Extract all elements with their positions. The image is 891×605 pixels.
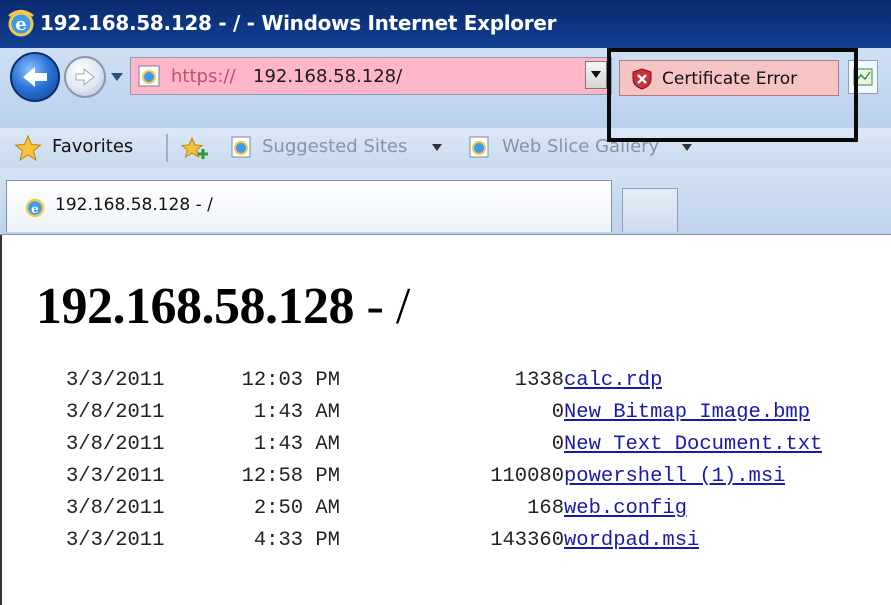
- list-item: 3/3/2011 4:33 PM 143360 wordpad.msi: [66, 529, 891, 561]
- file-size: 0: [551, 401, 564, 424]
- file-link[interactable]: web.config: [564, 497, 687, 520]
- chevron-down-icon[interactable]: [432, 144, 442, 152]
- file-time: 1:43 AM: [253, 401, 340, 424]
- file-date: 3/8/2011: [66, 401, 165, 424]
- file-time: 2:50 AM: [253, 497, 340, 520]
- file-link[interactable]: wordpad.msi: [564, 529, 699, 552]
- internet-explorer-tab-icon: e: [25, 198, 45, 218]
- file-time: 1:43 AM: [253, 433, 340, 456]
- directory-listing: 3/3/2011 12:03 PM 1338 calc.rdp 3/8/2011 1:43…: [66, 369, 891, 561]
- chevron-down-icon: [591, 71, 601, 78]
- list-item: 3/3/2011 12:58 PM 110080 powershell (1).msi: [66, 465, 891, 497]
- svg-text:e: e: [15, 14, 26, 35]
- list-item: 3/3/2011 12:03 PM 1338 calc.rdp: [66, 369, 891, 401]
- svg-text:e: e: [31, 202, 39, 216]
- feed-graph-icon: [853, 68, 873, 86]
- url-host: 192.168.58.128/: [253, 66, 403, 87]
- tab-strip: e 192.168.58.128 - /: [0, 168, 891, 235]
- page-title: 192.168.58.128 - /: [36, 277, 410, 336]
- file-time: 12:03 PM: [241, 369, 340, 392]
- certificate-error-button[interactable]: Certificate Error: [619, 60, 839, 96]
- file-size: 168: [527, 497, 564, 520]
- forward-button[interactable]: [64, 56, 106, 98]
- file-size: 143360: [490, 529, 564, 552]
- address-bar[interactable]: https:// 192.168.58.128/: [130, 57, 612, 95]
- window-title-bar: e 192.168.58.128 - / - Windows Internet …: [0, 0, 891, 48]
- tab-label: 192.168.58.128 - /: [55, 195, 213, 215]
- file-date: 3/3/2011: [66, 369, 165, 392]
- file-size: 110080: [490, 465, 564, 488]
- certificate-error-label: Certificate Error: [662, 69, 798, 89]
- page-title-path: - /: [354, 278, 411, 335]
- window-title: 192.168.58.128 - / - Windows Internet Ex…: [40, 11, 557, 35]
- ie-page-icon: [469, 136, 489, 158]
- page-title-host: 192.168.58.128: [36, 278, 355, 335]
- list-item: 3/8/2011 1:43 AM 0 New Text Document.txt: [66, 433, 891, 465]
- toolbar-separator: [166, 134, 168, 162]
- address-dropdown-button[interactable]: [585, 61, 607, 89]
- file-size: 0: [551, 433, 564, 456]
- back-button[interactable]: [10, 52, 60, 102]
- page-content: 192.168.58.128 - / 3/3/2011 12:03 PM 1338 c…: [0, 235, 891, 605]
- tab-current-page[interactable]: e 192.168.58.128 - /: [6, 180, 612, 232]
- file-date: 3/8/2011: [66, 433, 165, 456]
- page-icon: [138, 65, 160, 87]
- favorites-button[interactable]: Favorites: [52, 136, 133, 157]
- rss-feed-icon[interactable]: [848, 60, 878, 94]
- list-item: 3/8/2011 1:43 AM 0 New Bitmap Image.bmp: [66, 401, 891, 433]
- ie-page-icon: [231, 136, 251, 158]
- file-link[interactable]: calc.rdp: [564, 369, 662, 392]
- file-size: 1338: [514, 369, 564, 392]
- favorites-star-icon[interactable]: [14, 134, 42, 162]
- internet-explorer-logo-icon: e: [8, 9, 34, 37]
- chevron-down-icon[interactable]: [682, 144, 692, 152]
- file-link[interactable]: New Bitmap Image.bmp: [564, 401, 810, 424]
- file-date: 3/8/2011: [66, 497, 165, 520]
- back-arrow-icon: [23, 67, 47, 87]
- add-to-favorites-bar-icon[interactable]: [180, 134, 210, 162]
- new-tab-button[interactable]: [622, 188, 678, 232]
- forward-arrow-icon: [75, 67, 95, 87]
- file-date: 3/3/2011: [66, 529, 165, 552]
- list-item: 3/8/2011 2:50 AM 168 web.config: [66, 497, 891, 529]
- file-link[interactable]: powershell (1).msi: [564, 465, 785, 488]
- web-slice-gallery-link[interactable]: Web Slice Gallery: [502, 136, 659, 157]
- shield-error-icon: [632, 68, 652, 90]
- url-scheme: https://: [171, 66, 236, 87]
- recent-pages-dropdown-icon[interactable]: [110, 72, 124, 82]
- file-time: 4:33 PM: [253, 529, 340, 552]
- favorites-bar: Favorites Suggested Sites Web Slice Gall…: [0, 128, 891, 168]
- file-link[interactable]: New Text Document.txt: [564, 433, 822, 456]
- suggested-sites-link[interactable]: Suggested Sites: [262, 136, 407, 157]
- navigation-bar: https:// 192.168.58.128/ Certificate Err…: [0, 48, 891, 128]
- file-time: 12:58 PM: [241, 465, 340, 488]
- file-date: 3/3/2011: [66, 465, 165, 488]
